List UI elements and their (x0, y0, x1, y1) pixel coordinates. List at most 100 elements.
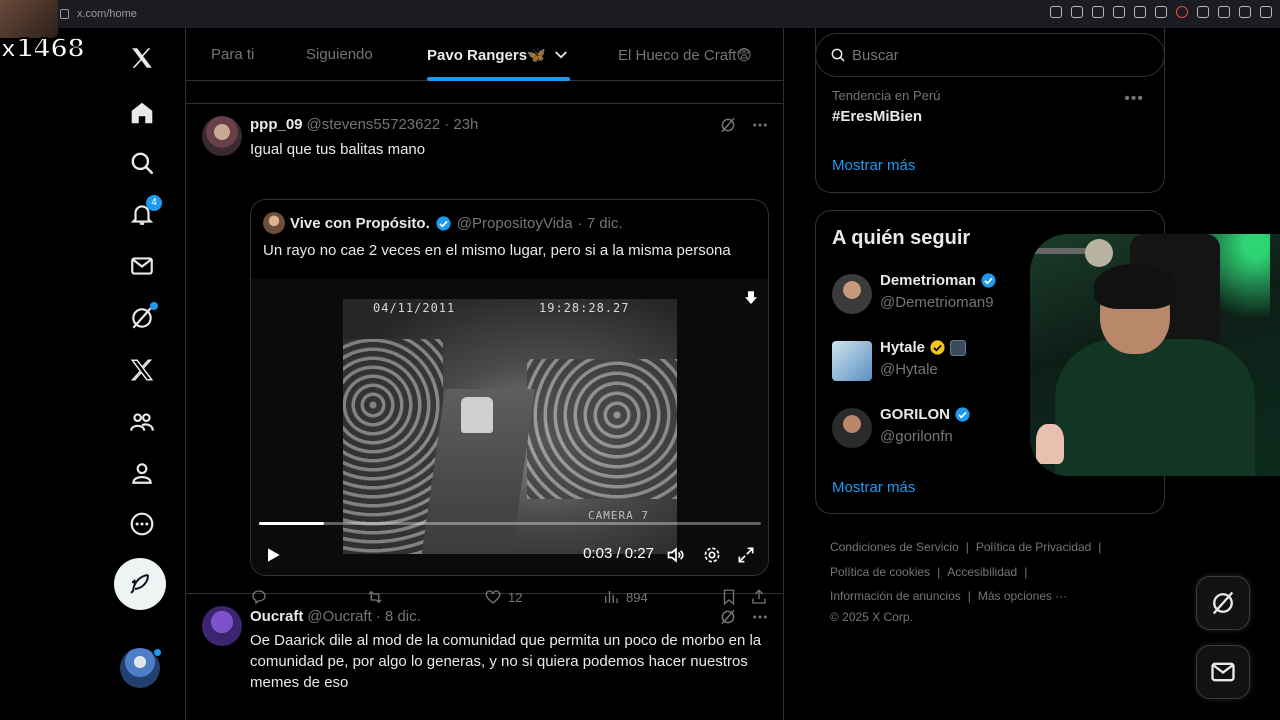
trend-category: Tendencia en Perú (832, 88, 941, 103)
tab-siguiendo[interactable]: Siguiendo (306, 28, 373, 81)
quoted-author-name: Vive con Propósito. (290, 214, 430, 232)
microphone (1085, 239, 1113, 267)
post-time[interactable]: · 8 dic. (376, 608, 421, 625)
profile-icon[interactable] (120, 451, 164, 495)
account-avatar[interactable] (120, 648, 162, 688)
extensions-icon[interactable] (1197, 6, 1209, 18)
feather-icon (130, 574, 149, 594)
chevron-down-icon[interactable] (552, 46, 570, 64)
post-author-avatar[interactable] (202, 116, 242, 156)
search-icon[interactable] (120, 141, 164, 185)
grok-icon[interactable] (719, 608, 737, 626)
tab-para-ti[interactable]: Para ti (211, 28, 254, 81)
messages-floating-button[interactable] (1196, 645, 1250, 699)
quoted-author-avatar (263, 212, 285, 234)
share-icon[interactable] (1218, 6, 1230, 18)
post-author-avatar[interactable] (202, 606, 242, 646)
footer-ads-link[interactable]: Información de anuncios (830, 589, 961, 603)
video-player[interactable]: 04/11/2011 19:28:28.27 CAMERA 7 0:03 / 0… (251, 279, 768, 575)
lock-icon (60, 9, 69, 19)
trend-item[interactable]: #EresMiBien (832, 108, 922, 125)
post-header-actions (719, 116, 769, 134)
fullscreen-icon[interactable] (736, 545, 756, 565)
download-icon[interactable] (1239, 6, 1251, 18)
post-oucraft[interactable]: Oucraft @Oucraft · 8 dic. Oe Daarick dil… (186, 594, 783, 720)
footer-copyright: © 2025 X Corp. (830, 609, 913, 624)
post-text: Igual que tus balitas mano (250, 141, 426, 158)
account-indicator-dot (153, 648, 162, 657)
messages-icon[interactable] (120, 244, 164, 288)
footer-terms-link[interactable]: Condiciones de Servicio (830, 540, 959, 554)
play-icon[interactable] (263, 545, 283, 565)
post-header: Oucraft @Oucraft · 8 dic. (250, 608, 421, 625)
post-time[interactable]: · 23h (444, 116, 478, 133)
heart-icon[interactable] (1176, 6, 1188, 18)
bookmark-icon[interactable] (1092, 6, 1104, 18)
tab-pavo-rangers[interactable]: Pavo Rangers🦋 (427, 28, 570, 81)
notifications-icon[interactable]: 4 (120, 192, 164, 236)
more-options-icon[interactable] (120, 502, 164, 546)
quoted-post[interactable]: Vive con Propósito. @PropositoyVida · 7 … (250, 199, 769, 576)
timeline-tabs: Para ti Siguiendo Pavo Rangers🦋 El Hueco… (186, 28, 783, 81)
sidebar-footer: Condiciones de Servicio | Política de Priv… (830, 540, 1102, 624)
grok-floating-button[interactable] (1196, 576, 1250, 630)
volume-icon[interactable] (666, 545, 686, 565)
pin-icon[interactable] (1071, 6, 1083, 18)
download-video-icon[interactable] (742, 289, 760, 307)
tab-el-hueco-de-craft[interactable]: El Hueco de Craft😨 (618, 28, 752, 81)
footer-privacy-link[interactable]: Política de Privacidad (976, 540, 1091, 554)
post-header: ppp_09 @stevens55723622 · 23h (250, 116, 478, 133)
grok-icon[interactable] (120, 296, 164, 340)
car-in-video (461, 397, 493, 433)
compose-post-button[interactable] (114, 558, 166, 610)
avatar[interactable] (832, 341, 872, 381)
affiliate-badge-icon (950, 339, 967, 356)
post-author-name[interactable]: Oucraft (250, 608, 303, 625)
settings-gear-icon[interactable] (702, 545, 722, 565)
video-camera-label: CAMERA 7 (588, 509, 649, 522)
trends-show-more-link[interactable]: Mostrar más (832, 157, 915, 174)
grok-icon[interactable] (719, 116, 737, 134)
messages-icon (1211, 662, 1235, 682)
post-more-icon[interactable] (751, 116, 769, 134)
home-icon[interactable] (120, 91, 164, 135)
video-timestamp-date: 04/11/2011 (373, 301, 456, 315)
who-to-follow-title: A quién seguir (832, 227, 971, 249)
post-ppp09[interactable]: ppp_09 @stevens55723622 · 23h Igual que … (186, 104, 783, 606)
communities-icon[interactable] (120, 400, 164, 444)
video-timestamp-time: 19:28:28.27 (539, 301, 630, 315)
trend-more-icon[interactable]: ••• (1124, 90, 1144, 108)
footer-cookies-link[interactable]: Política de cookies (830, 565, 930, 579)
quoted-author-handle: @PropositoyVida (456, 214, 573, 232)
video-frame: 04/11/2011 19:28:28.27 CAMERA 7 (343, 299, 677, 554)
quoted-post-header: Vive con Propósito. @PropositoyVida · 7 … (263, 212, 623, 234)
post-more-icon[interactable] (751, 608, 769, 626)
footer-accessibility-link[interactable]: Accesibilidad (947, 565, 1017, 579)
x-logo-icon[interactable] (120, 36, 164, 80)
avatar[interactable] (832, 408, 872, 448)
address-bar[interactable]: x.com/home (60, 4, 137, 24)
streamer-cam-thumbnail (0, 0, 58, 38)
zoom-icon[interactable] (1050, 6, 1062, 18)
url-text: x.com/home (77, 8, 137, 20)
follow-show-more-link[interactable]: Mostrar más (832, 479, 915, 496)
premium-x-icon[interactable] (120, 348, 164, 392)
verified-badge-icon (436, 215, 451, 231)
play-icon[interactable] (1155, 6, 1167, 18)
timeline: Para ti Siguiendo Pavo Rangers🦋 El Hueco… (185, 28, 784, 720)
video-progress-bar[interactable] (259, 522, 761, 525)
post-author-name[interactable]: ppp_09 (250, 116, 303, 133)
mascot-figure (1036, 424, 1064, 464)
menu-icon[interactable] (1260, 6, 1272, 18)
post-author-handle[interactable]: @Oucraft (307, 608, 371, 625)
post-header-actions (719, 608, 769, 626)
grok-indicator-dot (150, 302, 158, 310)
verified-badge-icon (981, 273, 996, 288)
browser-toolbar: x.com/home (0, 0, 1280, 28)
streamer-webcam (1030, 234, 1280, 476)
footer-more-link[interactable]: Más opciones ··· (978, 589, 1067, 603)
shield-icon[interactable] (1113, 6, 1125, 18)
post-author-handle[interactable]: @stevens55723622 (307, 116, 441, 133)
record-icon[interactable] (1134, 6, 1146, 18)
avatar[interactable] (832, 274, 872, 314)
